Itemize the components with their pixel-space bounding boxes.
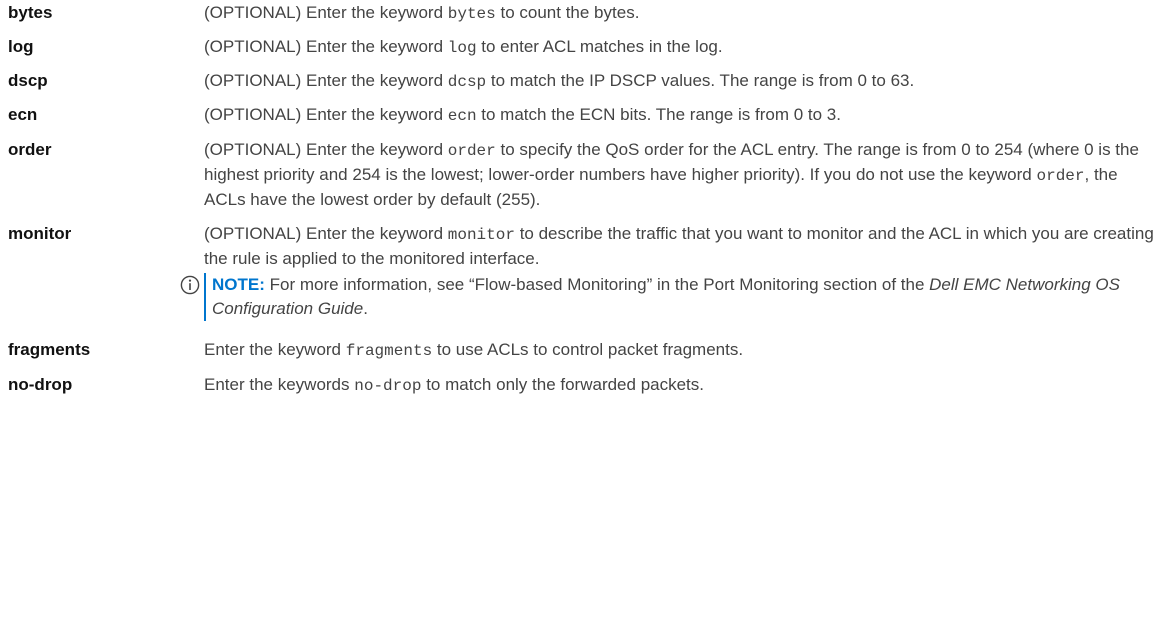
- param-term: monitor: [8, 224, 72, 243]
- keyword-code: bytes: [447, 5, 496, 23]
- param-row-order: order (OPTIONAL) Enter the keyword order…: [8, 138, 1158, 212]
- param-row-fragments: fragments Enter the keyword fragments to…: [8, 338, 1158, 363]
- desc-text: (OPTIONAL) Enter the keyword: [204, 105, 448, 124]
- desc-text: to match the ECN bits. The range is from…: [476, 105, 841, 124]
- param-term: ecn: [8, 105, 38, 124]
- param-description: Enter the keywords no-drop to match only…: [204, 373, 1154, 398]
- param-row-ecn: ecn (OPTIONAL) Enter the keyword ecn to …: [8, 103, 1158, 128]
- desc-text: (OPTIONAL) Enter the keyword: [204, 140, 448, 159]
- monitor-description: (OPTIONAL) Enter the keyword monitor to …: [204, 222, 1154, 271]
- param-term: bytes: [8, 3, 53, 22]
- parameter-table: bytes (OPTIONAL) Enter the keyword bytes…: [8, 0, 1158, 398]
- note-text: For more information, see “Flow-based Mo…: [264, 275, 930, 294]
- param-term: order: [8, 140, 52, 159]
- keyword-code: fragments: [345, 342, 433, 360]
- note-callout: NOTE: For more information, see “Flow-ba…: [180, 273, 1154, 321]
- desc-text: Enter the keyword: [204, 340, 346, 359]
- param-term: fragments: [8, 340, 91, 359]
- param-row-log: log (OPTIONAL) Enter the keyword log to …: [8, 35, 1158, 60]
- keyword-code: log: [447, 39, 477, 57]
- desc-text: (OPTIONAL) Enter the keyword: [204, 3, 448, 22]
- desc-text: to match the IP DSCP values. The range i…: [486, 71, 915, 90]
- desc-text: to use ACLs to control packet fragments.: [432, 340, 744, 359]
- param-row-no-drop: no-drop Enter the keywords no-drop to ma…: [8, 373, 1158, 398]
- desc-text: to match only the forwarded packets.: [421, 375, 705, 394]
- keyword-code: monitor: [447, 226, 515, 244]
- param-description: (OPTIONAL) Enter the keyword log to ente…: [204, 35, 1154, 60]
- desc-text: (OPTIONAL) Enter the keyword: [204, 37, 448, 56]
- keyword-code: no-drop: [354, 377, 422, 395]
- param-term: log: [8, 37, 34, 56]
- note-body: NOTE: For more information, see “Flow-ba…: [204, 273, 1154, 321]
- param-description: (OPTIONAL) Enter the keyword ecn to matc…: [204, 103, 1154, 128]
- param-description: Enter the keyword fragments to use ACLs …: [204, 338, 1154, 363]
- param-row-dscp: dscp (OPTIONAL) Enter the keyword dcsp t…: [8, 69, 1158, 94]
- desc-text: to count the bytes.: [495, 3, 640, 22]
- param-row-monitor: monitor (OPTIONAL) Enter the keyword mon…: [8, 222, 1158, 321]
- param-description: (OPTIONAL) Enter the keyword monitor to …: [180, 222, 1154, 321]
- keyword-code: order: [447, 142, 496, 160]
- info-circle-icon: [180, 275, 200, 295]
- desc-text: to enter ACL matches in the log.: [476, 37, 723, 56]
- param-description: (OPTIONAL) Enter the keyword bytes to co…: [204, 1, 1154, 26]
- keyword-code: dcsp: [447, 73, 487, 91]
- desc-text: Enter the keywords: [204, 375, 355, 394]
- desc-text: (OPTIONAL) Enter the keyword: [204, 71, 448, 90]
- desc-text: (OPTIONAL) Enter the keyword: [204, 224, 448, 243]
- param-row-bytes: bytes (OPTIONAL) Enter the keyword bytes…: [8, 1, 1158, 26]
- param-term: no-drop: [8, 375, 73, 394]
- note-label: NOTE:: [212, 275, 265, 294]
- param-description: (OPTIONAL) Enter the keyword dcsp to mat…: [204, 69, 1154, 94]
- keyword-code: order: [1036, 167, 1085, 185]
- note-text: .: [363, 299, 368, 318]
- param-description: (OPTIONAL) Enter the keyword order to sp…: [204, 138, 1154, 212]
- param-term: dscp: [8, 71, 48, 90]
- keyword-code: ecn: [447, 107, 477, 125]
